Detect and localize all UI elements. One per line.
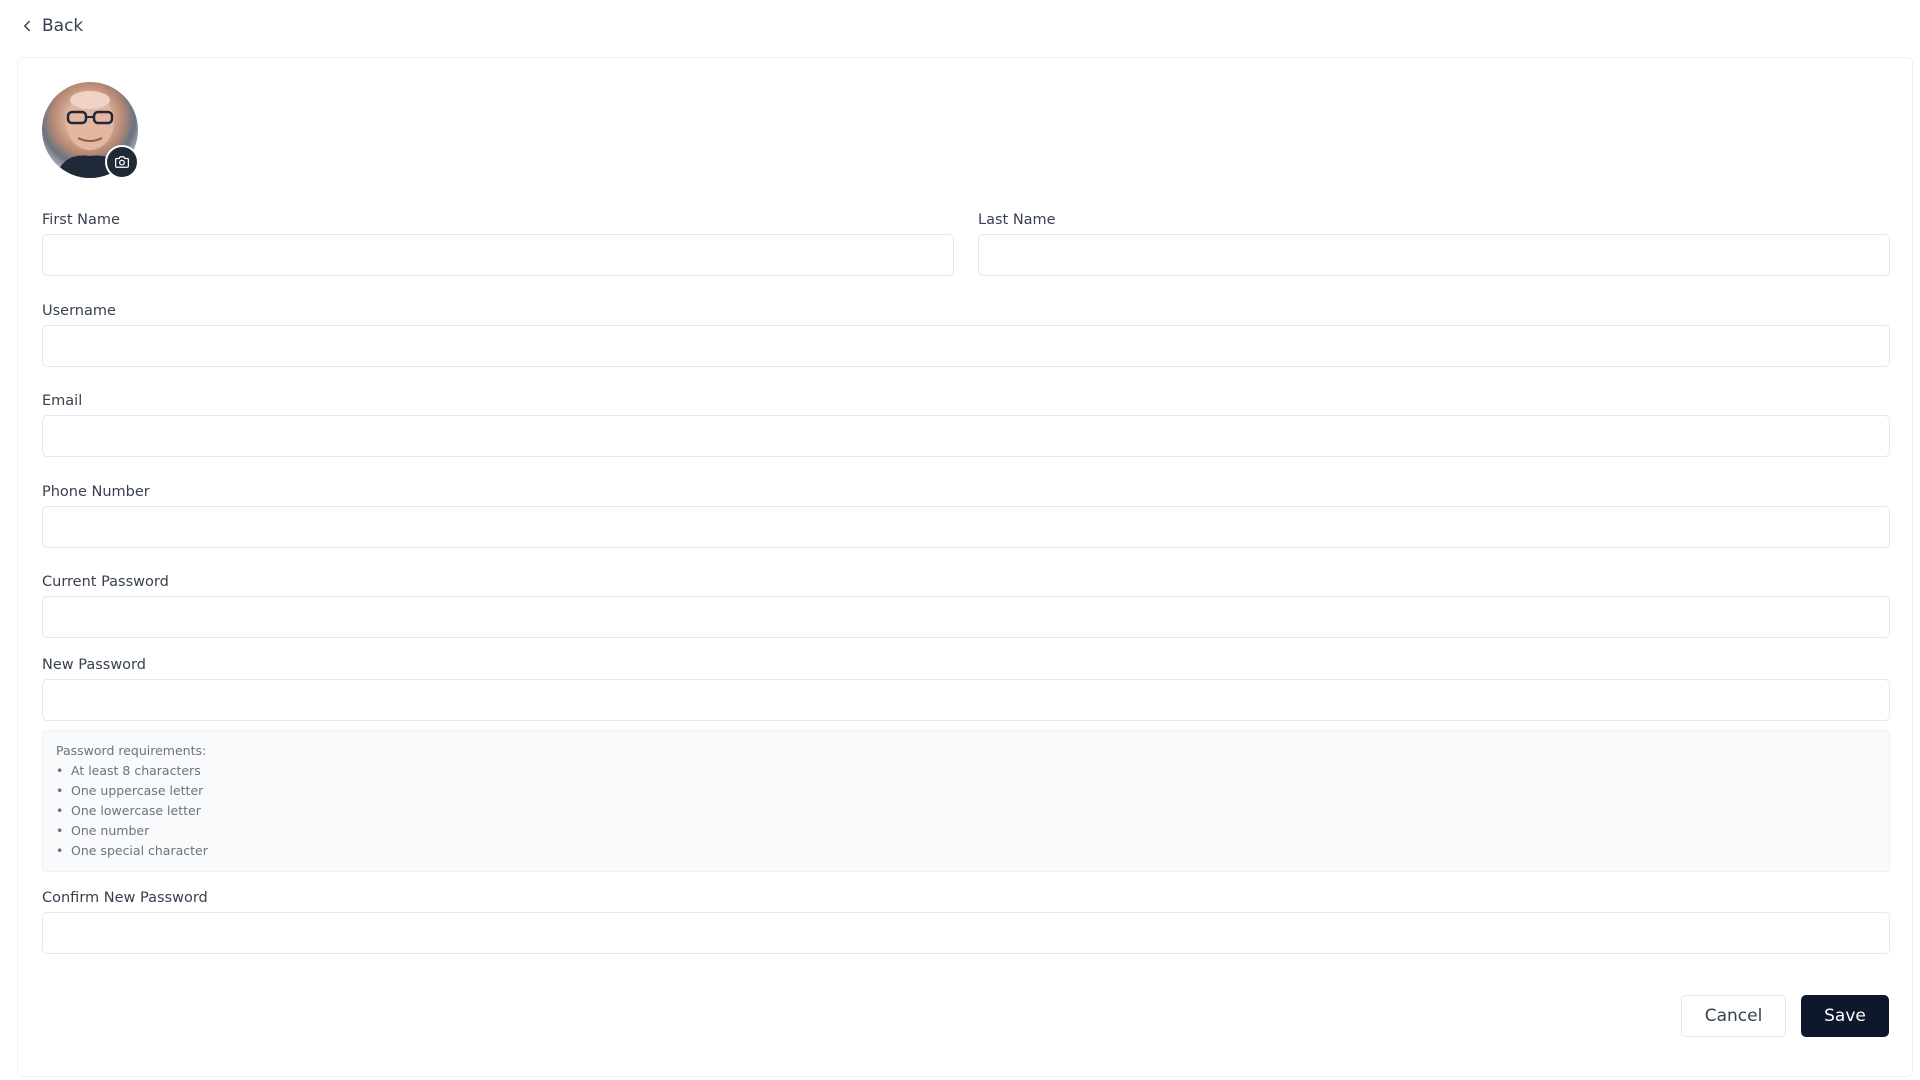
- last-name-field[interactable]: [978, 234, 1890, 276]
- confirm-password-field[interactable]: [42, 912, 1890, 954]
- phone-label: Phone Number: [42, 484, 150, 500]
- email-field[interactable]: [42, 415, 1890, 457]
- save-button[interactable]: Save: [1801, 995, 1889, 1037]
- password-requirements-title: Password requirements:: [56, 743, 207, 758]
- list-item: • At least 8 characters: [56, 763, 201, 778]
- cancel-button[interactable]: Cancel: [1681, 995, 1786, 1037]
- password-requirements: Password requirements: • At least 8 chara…: [42, 730, 1890, 872]
- last-name-label: Last Name: [978, 212, 1056, 228]
- back-link[interactable]: Back: [18, 16, 83, 36]
- username-label: Username: [42, 303, 116, 319]
- username-field[interactable]: [42, 325, 1890, 367]
- confirm-password-label: Confirm New Password: [42, 890, 208, 906]
- new-password-field[interactable]: [42, 679, 1890, 721]
- back-label: Back: [42, 16, 84, 36]
- avatar-container: [42, 82, 139, 179]
- first-name-label: First Name: [42, 212, 120, 228]
- password-requirements-list: • At least 8 characters • One uppercase le…: [56, 761, 1876, 861]
- new-password-label: New Password: [42, 657, 146, 673]
- phone-field[interactable]: [42, 506, 1890, 548]
- list-item: • One special character: [56, 843, 208, 858]
- current-password-field[interactable]: [42, 596, 1890, 638]
- list-item: • One uppercase letter: [56, 783, 204, 798]
- change-photo-button[interactable]: [105, 145, 139, 179]
- chevron-left-icon: [24, 20, 30, 32]
- profile-card: First Name Last Name Username Email Phon…: [17, 57, 1913, 1077]
- current-password-label: Current Password: [42, 574, 169, 590]
- camera-icon: [115, 156, 129, 168]
- list-item: • One number: [56, 823, 150, 838]
- first-name-field[interactable]: [42, 234, 954, 276]
- list-item: • One lowercase letter: [56, 803, 201, 818]
- email-label: Email: [42, 393, 83, 409]
